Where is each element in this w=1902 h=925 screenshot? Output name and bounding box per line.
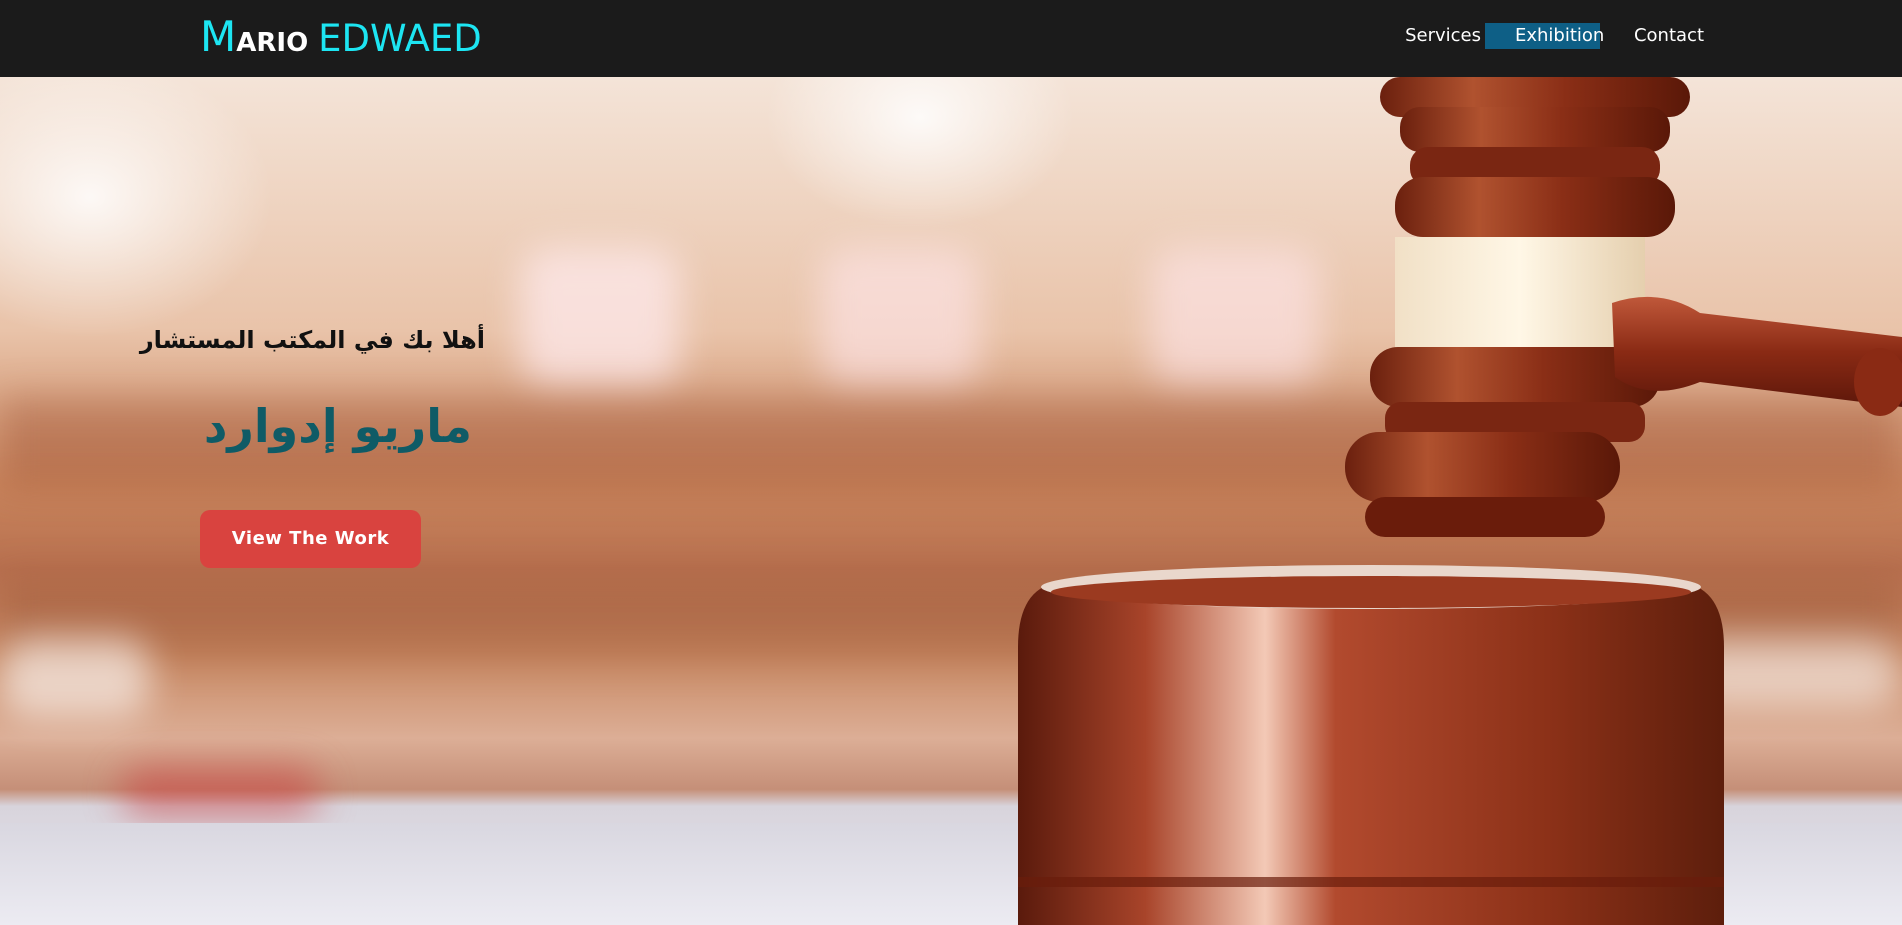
logo-first-name: ARIO xyxy=(236,28,309,58)
nav-link-services[interactable]: Services xyxy=(1405,23,1481,49)
logo-last-name: EDWAED xyxy=(318,17,482,60)
main-nav: Services Exhibition Contact xyxy=(1405,22,1704,50)
hero-name: ماريو إدوارد xyxy=(203,399,472,453)
nav-link-contact[interactable]: Contact xyxy=(1634,23,1704,49)
view-the-work-button[interactable]: View The Work xyxy=(200,510,421,568)
site-logo[interactable]: MARIO EDWAED xyxy=(200,14,482,66)
nav-link-exhibition[interactable]: Exhibition xyxy=(1484,23,1604,49)
logo-initial: M xyxy=(200,12,237,61)
hero-section: أهلا بك في المكتب المستشار ماريو إدوارد … xyxy=(0,77,1902,925)
gavel-icon xyxy=(1018,77,1902,925)
hero-welcome-text: أهلا بك في المكتب المستشار xyxy=(139,326,485,354)
navbar: MARIO EDWAED Services Exhibition Contact xyxy=(0,0,1902,77)
